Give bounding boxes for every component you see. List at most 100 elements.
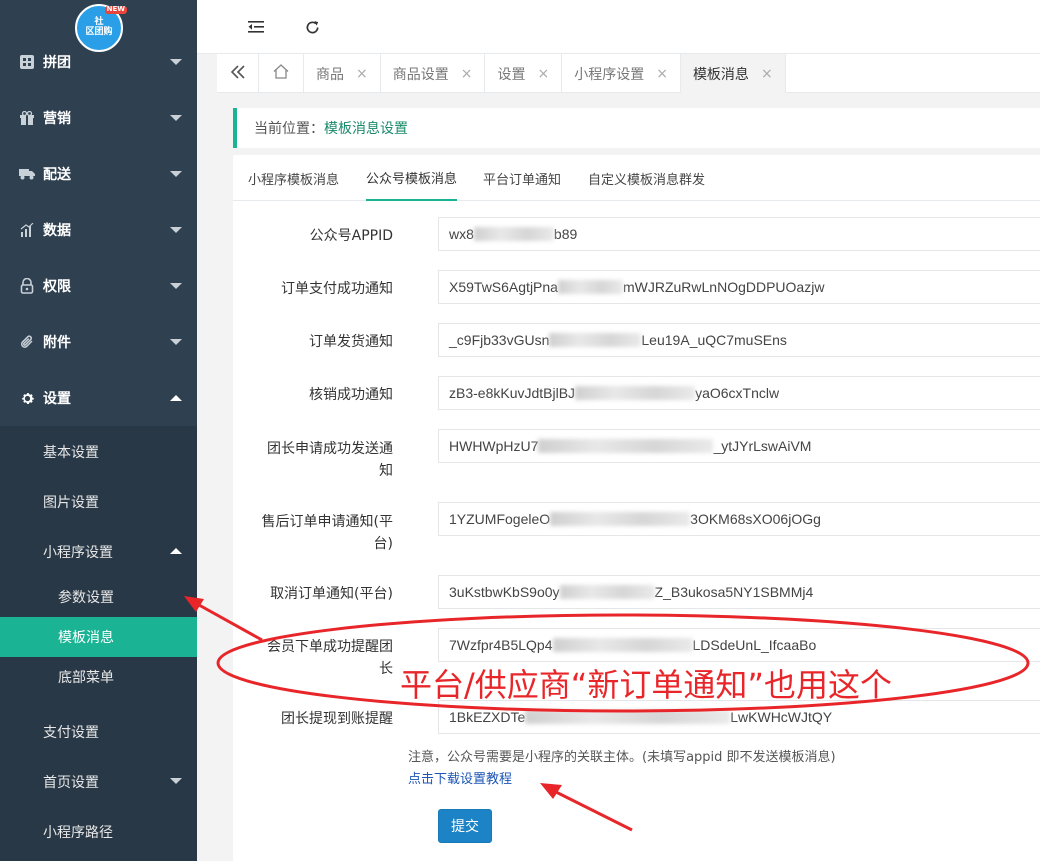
tab-miniapp-settings[interactable]: 小程序设置 × <box>562 54 681 93</box>
input-value-end: Leu19A_uQC7muSEns <box>641 332 787 348</box>
sidebar-item-permission[interactable]: 权限 <box>0 258 197 314</box>
subtab-miniapp-template[interactable]: 小程序模板消息 <box>248 155 339 201</box>
cancel-template-input[interactable]: 3uKstbwKbS9o0y Z_B3ukosa5NY1SBMMj4 <box>438 575 1040 609</box>
tab-label: 商品 <box>316 66 344 83</box>
sidebar-sub-template[interactable]: 模板消息 <box>0 617 197 657</box>
sidebar-sub-payment[interactable]: 支付设置 <box>0 710 197 754</box>
download-tutorial-link[interactable]: 点击下载设置教程 <box>408 768 512 787</box>
help-note: 注意，公众号需要是小程序的关联主体。(未填写appid 即不发送模板消息) <box>408 750 836 765</box>
field-label-line1: 售后订单申请通知(平 <box>261 514 393 530</box>
sidebar-sub-image[interactable]: 图片设置 <box>0 480 197 524</box>
tab-label: 小程序设置 <box>574 66 645 83</box>
sidebar-sub-label: 模板消息 <box>58 630 114 646</box>
input-value-start: 1YZUMFogeleO <box>449 511 551 527</box>
sidebar-sub-basic[interactable]: 基本设置 <box>0 430 197 474</box>
close-icon[interactable]: × <box>761 66 773 82</box>
tab-goods-settings[interactable]: 商品设置 × <box>381 54 486 93</box>
gift-icon <box>19 110 35 126</box>
chevron-down-icon <box>170 227 182 233</box>
sidebar-item-label: 附件 <box>43 335 71 351</box>
tab-settings[interactable]: 设置 × <box>485 54 563 93</box>
sidebar-item-pintuan[interactable]: 拼团 <box>0 34 197 90</box>
form-row-verify: 核销成功通知 zB3-e8kKuvJdtBjlBJ yaO6cxTnclw <box>233 376 1040 412</box>
truck-icon <box>19 166 35 182</box>
close-icon[interactable]: × <box>537 66 549 82</box>
leader-apply-template-input[interactable]: HWHWpHzU7 _ytJYrLswAiVM <box>438 429 1040 463</box>
gear-icon <box>19 390 35 406</box>
field-label: 公众号APPID <box>309 228 393 244</box>
sidebar-sub-label: 首页设置 <box>43 775 99 791</box>
field-label-line2: 长 <box>379 661 393 677</box>
close-icon[interactable]: × <box>656 66 668 82</box>
breadcrumb-current[interactable]: 模板消息设置 <box>324 118 408 138</box>
tabs-back-button[interactable] <box>217 54 259 93</box>
sidebar-item-label: 配送 <box>43 167 71 183</box>
subtab-label: 自定义模板消息群发 <box>588 172 706 188</box>
subtab-label: 平台订单通知 <box>483 172 562 188</box>
logo-new-badge: NEW <box>104 5 127 14</box>
subtab-official-template[interactable]: 公众号模板消息 <box>366 155 458 201</box>
field-label: 团长申请成功发送通 知 <box>253 438 393 482</box>
input-value-end: mWJRZuRwLnNOgDDPUOazjw <box>622 279 825 295</box>
field-label: 售后订单申请通知(平 台) <box>253 511 393 555</box>
form-row-aftersale: 售后订单申请通知(平 台) 1YZUMFogeleO 3OKM68sXO06jOG… <box>233 502 1040 552</box>
sidebar-sub-params[interactable]: 参数设置 <box>0 577 197 617</box>
sidebar-item-settings[interactable]: 设置 <box>0 370 197 426</box>
subtab-custom-broadcast[interactable]: 自定义模板消息群发 <box>588 155 705 201</box>
sidebar-item-data[interactable]: 数据 <box>0 202 197 258</box>
sidebar: 社 区团购 NEW 拼团 营销 配送 数据 权限 附件 设置 基本设置 图片设置… <box>0 0 197 861</box>
tab-goods[interactable]: 商品 × <box>304 54 381 93</box>
shipped-template-input[interactable]: _c9Fjb33vGUsn Leu19A_uQC7muSEns <box>438 323 1040 357</box>
field-label: 会员下单成功提醒团 长 <box>253 636 393 680</box>
input-value-end: yaO6cxTnclw <box>695 385 780 401</box>
close-icon[interactable]: × <box>356 66 368 82</box>
verify-template-input[interactable]: zB3-e8kKuvJdtBjlBJ yaO6cxTnclw <box>438 376 1040 410</box>
grid-icon <box>19 54 35 70</box>
subtab-platform-order[interactable]: 平台订单通知 <box>483 155 561 201</box>
chevron-down-icon <box>170 778 182 784</box>
field-label-line1: 会员下单成功提醒团 <box>267 639 393 655</box>
field-label-line1: 团长申请成功发送通 <box>267 441 393 457</box>
sidebar-sub-path[interactable]: 小程序路径 <box>0 810 197 854</box>
form-row-pay-success: 订单支付成功通知 X59TwS6AgtjPna mWJRZuRwLnNOgDDPU… <box>233 270 1040 306</box>
indent-icon[interactable] <box>246 17 266 37</box>
tab-home[interactable] <box>259 54 304 93</box>
sidebar-sub-label: 小程序设置 <box>43 545 113 561</box>
input-value-start: _c9Fjb33vGUsn <box>449 332 550 348</box>
sidebar-item-label: 权限 <box>43 279 71 295</box>
input-value-start: 1BkEZXDTe <box>449 709 526 725</box>
tab-template-message[interactable]: 模板消息 × <box>680 54 786 93</box>
tab-label: 商品设置 <box>392 66 449 83</box>
sidebar-sub-bottom-menu[interactable]: 底部菜单 <box>0 657 197 697</box>
submit-button[interactable]: 提交 <box>438 809 492 843</box>
field-label-line2: 台) <box>373 536 393 552</box>
close-icon[interactable]: × <box>461 66 473 82</box>
sidebar-item-label: 营销 <box>43 111 71 127</box>
subtab-label: 公众号模板消息 <box>366 171 458 187</box>
appid-input[interactable]: wx8 b89 <box>438 217 1040 251</box>
aftersale-template-input[interactable]: 1YZUMFogeleO 3OKM68sXO06jOGg <box>438 502 1040 536</box>
sidebar-item-label: 拼团 <box>43 55 71 71</box>
input-value-end: LDSdeUnL_IfcaaBo <box>692 637 817 653</box>
sidebar-sub-home[interactable]: 首页设置 <box>0 760 197 804</box>
field-label: 核销成功通知 <box>309 387 393 403</box>
input-value-start: 7Wzfpr4B5LQp4 <box>449 637 553 653</box>
member-order-template-input[interactable]: 7Wzfpr4B5LQp4 LDSdeUnL_IfcaaBo <box>438 628 1040 662</box>
pay-success-template-input[interactable]: X59TwS6AgtjPna mWJRZuRwLnNOgDDPUOazjw <box>438 270 1040 304</box>
subtab-label: 小程序模板消息 <box>248 172 340 188</box>
breadcrumb-prefix: 当前位置： <box>254 121 324 137</box>
breadcrumb: 当前位置： 模板消息设置 <box>233 108 1040 148</box>
redacted-value <box>575 386 696 400</box>
sidebar-item-delivery[interactable]: 配送 <box>0 146 197 202</box>
refresh-icon[interactable] <box>302 17 322 37</box>
message-type-tabs: 小程序模板消息 公众号模板消息 平台订单通知 自定义模板消息群发 <box>233 155 1040 201</box>
chevron-up-icon <box>170 548 182 554</box>
sidebar-item-attachment[interactable]: 附件 <box>0 314 197 370</box>
sidebar-item-label: 数据 <box>43 223 71 239</box>
field-label: 团长提现到账提醒 <box>281 711 393 727</box>
sidebar-item-marketing[interactable]: 营销 <box>0 90 197 146</box>
redacted-value <box>473 227 554 241</box>
input-value-end: b89 <box>553 226 578 242</box>
sidebar-sub-miniapp[interactable]: 小程序设置 <box>0 530 197 574</box>
input-value-end: _ytJYrLswAiVM <box>713 438 812 454</box>
